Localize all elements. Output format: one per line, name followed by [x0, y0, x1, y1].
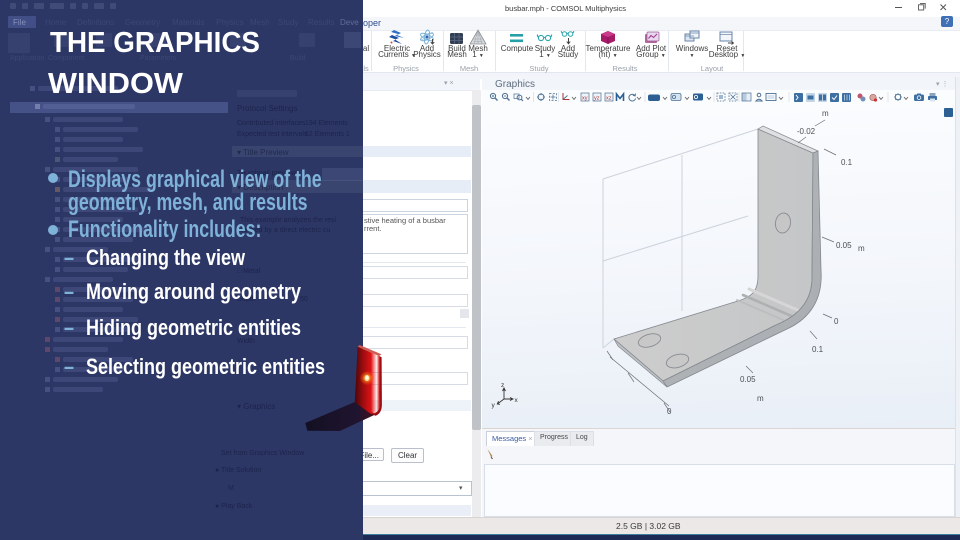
svg-text:m: m [757, 394, 764, 403]
svg-text:0: 0 [834, 317, 839, 326]
svg-text:-0.02: -0.02 [797, 127, 816, 136]
svg-text:y: y [492, 402, 496, 409]
svg-text:x: x [515, 397, 519, 404]
svg-text:0.05: 0.05 [836, 241, 852, 250]
svg-text:0.05: 0.05 [740, 375, 756, 384]
svg-text:xz: xz [606, 95, 612, 101]
svg-text:m: m [822, 109, 829, 118]
svg-text:0.1: 0.1 [812, 345, 824, 354]
svg-text:m: m [858, 244, 865, 253]
svg-text:yz: yz [594, 95, 600, 101]
svg-text:0: 0 [667, 407, 672, 416]
svg-text:xy: xy [582, 95, 588, 101]
svg-text:0.1: 0.1 [841, 158, 853, 167]
svg-text:z: z [501, 382, 504, 389]
